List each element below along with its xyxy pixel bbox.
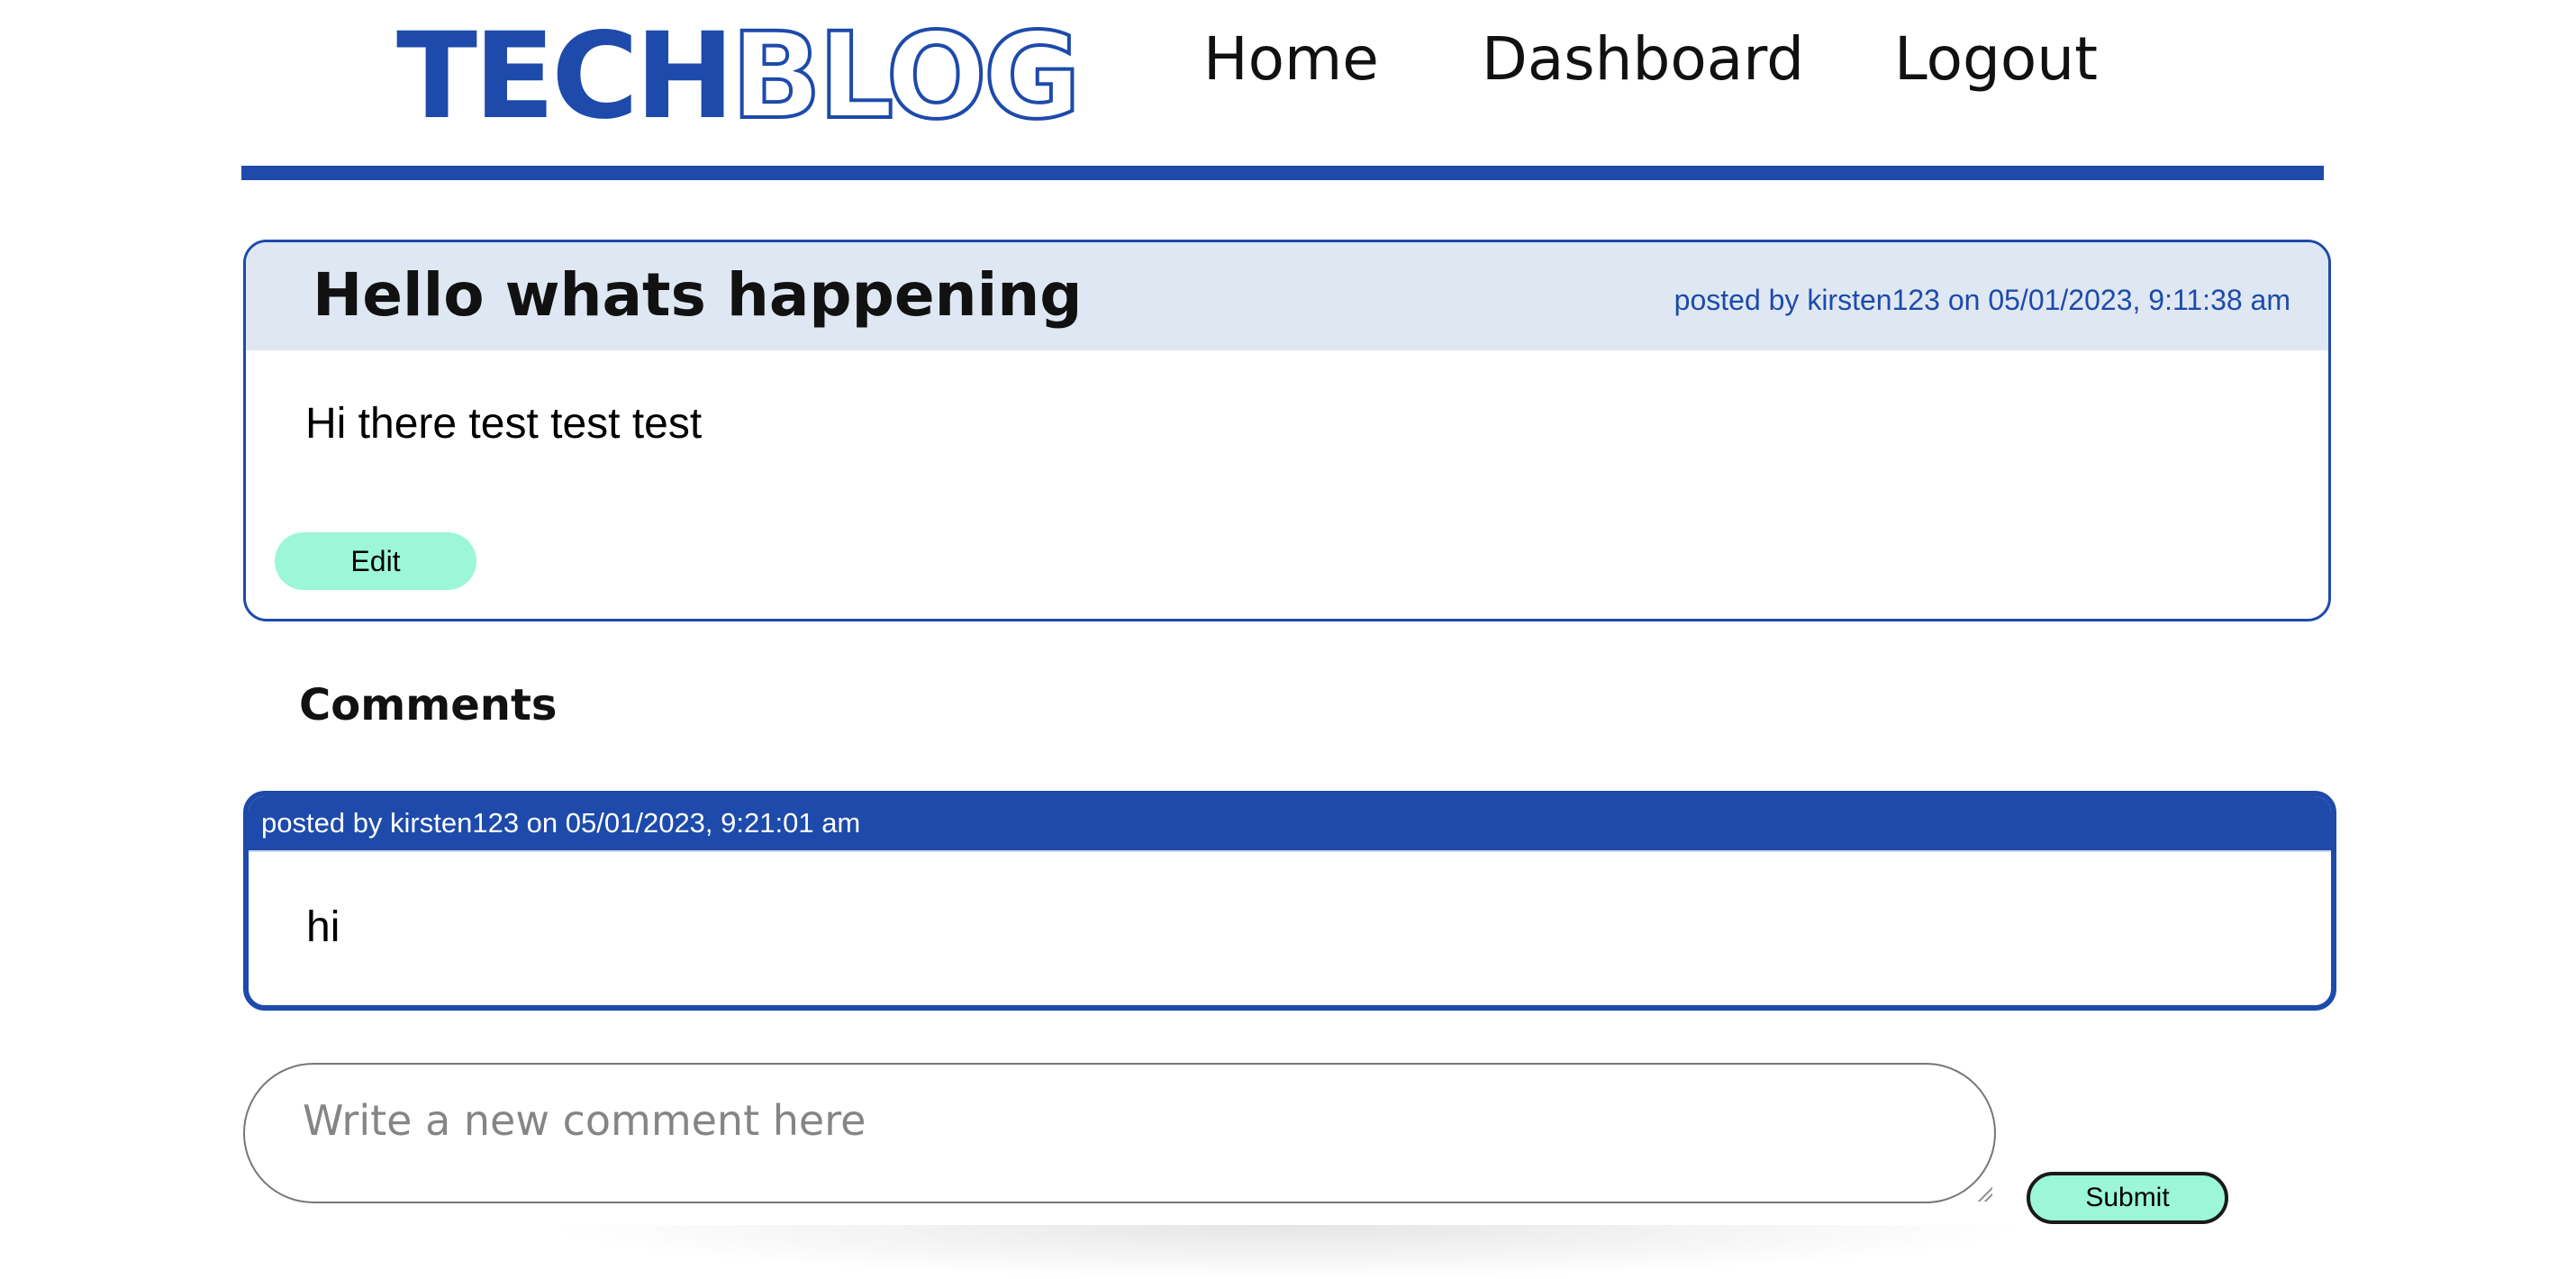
post-body: Hi there test test test <box>305 400 703 448</box>
resize-handle-icon[interactable] <box>1978 1187 1992 1202</box>
post-card: Hello whats happening posted by kirsten1… <box>243 240 2331 621</box>
post-title: Hello whats happening <box>313 260 1083 330</box>
site-logo[interactable]: TECHBLOG <box>396 15 1083 138</box>
post-header: Hello whats happening posted by kirsten1… <box>246 242 2328 350</box>
nav-home-link[interactable]: Home <box>1203 20 1379 99</box>
logo-text-outline: BLOG <box>730 7 1084 146</box>
edit-button[interactable]: Edit <box>275 532 476 590</box>
new-comment-input[interactable] <box>243 1063 1996 1203</box>
logo-text-solid: TECH <box>396 7 735 146</box>
comment-meta: posted by kirsten123 on 05/01/2023, 9:21… <box>261 807 861 839</box>
nav-logout-link[interactable]: Logout <box>1894 20 2098 99</box>
submit-button[interactable]: Submit <box>2027 1172 2228 1224</box>
comment-text: hi <box>306 903 340 951</box>
nav-dashboard-link[interactable]: Dashboard <box>1482 20 1804 99</box>
footer-shadow <box>540 1225 2036 1279</box>
comments-heading: Comments <box>299 680 558 730</box>
comment-card: posted by kirsten123 on 05/01/2023, 9:21… <box>243 791 2336 1011</box>
comment-header: posted by kirsten123 on 05/01/2023, 9:21… <box>249 796 2331 852</box>
site-header: TECHBLOG Home Dashboard Logout <box>0 0 2576 180</box>
header-divider <box>241 166 2324 180</box>
post-meta: posted by kirsten123 on 05/01/2023, 9:11… <box>1673 284 2290 316</box>
